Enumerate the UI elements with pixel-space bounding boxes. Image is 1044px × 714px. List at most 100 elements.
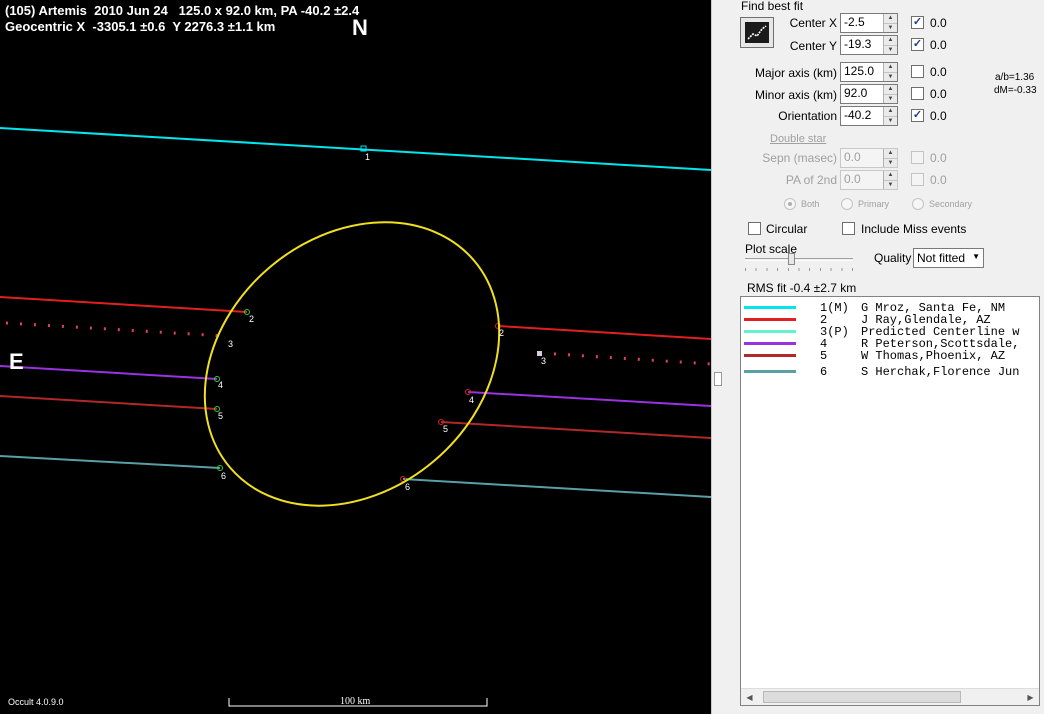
chord-2-line-west (0, 296, 248, 313)
chord-4-label-west: 4 (218, 380, 223, 390)
scrollbar-thumb[interactable] (763, 691, 961, 703)
center-y-input[interactable]: -19.3 ▲ ▼ (840, 35, 898, 55)
scroll-right-icon[interactable]: ▶ (1022, 689, 1039, 705)
scroll-left-icon[interactable]: ◀ (741, 689, 758, 705)
center-x-checkbox[interactable]: ✓ (911, 16, 924, 29)
east-label: E (9, 349, 24, 374)
center-y-result: 0.0 (930, 38, 947, 52)
sepn-input[interactable]: 0.0 ▲ ▼ (840, 148, 898, 168)
orientation-input[interactable]: -40.2 ▲ ▼ (840, 106, 898, 126)
chord-6-label-east: 6 (405, 482, 410, 492)
plot-canvas: 1 2 2 3 3 4 4 5 5 6 6 (0, 127, 711, 707)
fitted-ellipse (203, 221, 501, 507)
major-axis-result: 0.0 (930, 65, 947, 79)
profile-plot[interactable]: 1 2 2 3 3 4 4 5 5 6 6 (105) Artemis 2010… (0, 0, 711, 714)
center-y-spinner[interactable]: ▲ ▼ (883, 36, 897, 54)
slider-ticks (745, 268, 853, 271)
axis-ratio: a/b=1.36 (995, 72, 1035, 83)
chord-5-label-east: 5 (443, 424, 448, 434)
chord-color-swatch (744, 306, 796, 309)
chord-3-line-west (5, 321, 226, 338)
chord-1-line (0, 127, 711, 171)
pa-2nd-label: PA of 2nd (785, 173, 837, 187)
pa-2nd-input[interactable]: 0.0 ▲ ▼ (840, 170, 898, 190)
scale-bar-label: 100 km (340, 696, 371, 707)
radio-primary-label: Primary (858, 199, 889, 209)
orientation-spinner[interactable]: ▲ ▼ (883, 107, 897, 125)
include-miss-label: Include Miss events (861, 222, 967, 236)
rms-fit-label: RMS fit -0.4 ±2.7 km (747, 281, 857, 295)
splitter-grip[interactable] (714, 372, 722, 386)
legend-horizontal-scrollbar[interactable]: ◀ ▶ (741, 688, 1039, 705)
pa-2nd-result: 0.0 (930, 173, 947, 187)
chord-5-line-east (440, 421, 711, 439)
chord-color-swatch (744, 354, 796, 357)
chevron-down-icon: ▼ (972, 252, 980, 261)
orientation-label: Orientation (778, 109, 837, 123)
plot-scale-slider[interactable] (745, 253, 853, 278)
radio-both-label: Both (801, 199, 820, 209)
minor-axis-checkbox[interactable] (911, 87, 924, 100)
include-miss-checkbox[interactable] (842, 222, 855, 235)
radio-both[interactable] (784, 198, 796, 210)
circular-label: Circular (766, 222, 808, 236)
version-label: Occult 4.0.9.0 (8, 697, 64, 707)
minor-axis-result: 0.0 (930, 87, 947, 101)
sepn-spinner[interactable]: ▲ ▼ (883, 149, 897, 167)
quality-select[interactable]: Not fitted ▼ (913, 248, 984, 268)
center-y-checkbox[interactable]: ✓ (911, 38, 924, 51)
major-axis-checkbox[interactable] (911, 65, 924, 78)
observer-legend[interactable]: 1(M) G Mroz, Santa Fe, NM 2 J Ray,Glenda… (740, 296, 1040, 706)
plot-title-line-1: (105) Artemis 2010 Jun 24 125.0 x 92.0 k… (5, 3, 360, 18)
orientation-checkbox[interactable]: ✓ (911, 109, 924, 122)
chord-5-line-west (0, 395, 218, 410)
chord-2-line-east (497, 325, 711, 340)
radio-secondary-label: Secondary (929, 199, 973, 209)
chord-color-swatch (744, 370, 796, 373)
sepn-result: 0.0 (930, 151, 947, 165)
sepn-checkbox[interactable] (911, 151, 924, 164)
plot-title-line-2: Geocentric X -3305.1 ±0.6 Y 2276.3 ±1.1 … (5, 19, 276, 34)
chord-3-line-east (539, 351, 711, 366)
panel-splitter[interactable] (711, 0, 723, 714)
major-axis-spinner[interactable]: ▲ ▼ (883, 63, 897, 81)
chord-color-swatch (744, 330, 796, 333)
delta-magnitude: dM=-0.33 (994, 85, 1037, 96)
minor-axis-spinner[interactable]: ▲ ▼ (883, 85, 897, 103)
center-x-input[interactable]: -2.5 ▲ ▼ (840, 13, 898, 33)
chord-5-label-west: 5 (218, 411, 223, 421)
pa-2nd-checkbox[interactable] (911, 173, 924, 186)
sepn-label: Sepn (masec) (762, 151, 837, 165)
center-y-label: Center Y (789, 39, 837, 53)
circular-checkbox[interactable] (748, 222, 761, 235)
chord-2-label-east: 2 (499, 328, 504, 338)
pa-2nd-spinner[interactable]: ▲ ▼ (883, 171, 897, 189)
major-axis-input[interactable]: 125.0 ▲ ▼ (840, 62, 898, 82)
chord-color-swatch (744, 318, 796, 321)
chord-4-label-east: 4 (469, 395, 474, 405)
chord-color-swatch (744, 342, 796, 345)
chord-4-line-west (0, 365, 218, 380)
center-x-result: 0.0 (930, 16, 947, 30)
major-axis-label: Major axis (km) (754, 66, 837, 80)
double-star-link[interactable]: Double star (770, 133, 826, 145)
chord-3-label-west: 3 (228, 339, 233, 349)
slider-thumb[interactable] (788, 253, 795, 265)
chord-6-label-west: 6 (221, 471, 226, 481)
minor-axis-input[interactable]: 92.0 ▲ ▼ (840, 84, 898, 104)
north-label: N (352, 15, 368, 40)
chord-2-label-west: 2 (249, 314, 254, 324)
radio-secondary[interactable] (912, 198, 924, 210)
chord-4-line-east (467, 391, 711, 407)
radio-primary[interactable] (841, 198, 853, 210)
center-x-spinner[interactable]: ▲ ▼ (883, 14, 897, 32)
fit-panel: Find best fit Center X -2.5 ▲ ▼ ✓ 0.0 Cent… (723, 0, 1044, 714)
chord-3-label-east: 3 (541, 356, 546, 366)
orientation-result: 0.0 (930, 109, 947, 123)
chord-6-line-east (402, 478, 711, 498)
slider-track (745, 258, 853, 261)
chord-1-label: 1 (365, 152, 370, 162)
center-x-label: Center X (789, 16, 837, 30)
minor-axis-label: Minor axis (km) (754, 88, 837, 102)
quality-label: Quality (874, 251, 912, 265)
